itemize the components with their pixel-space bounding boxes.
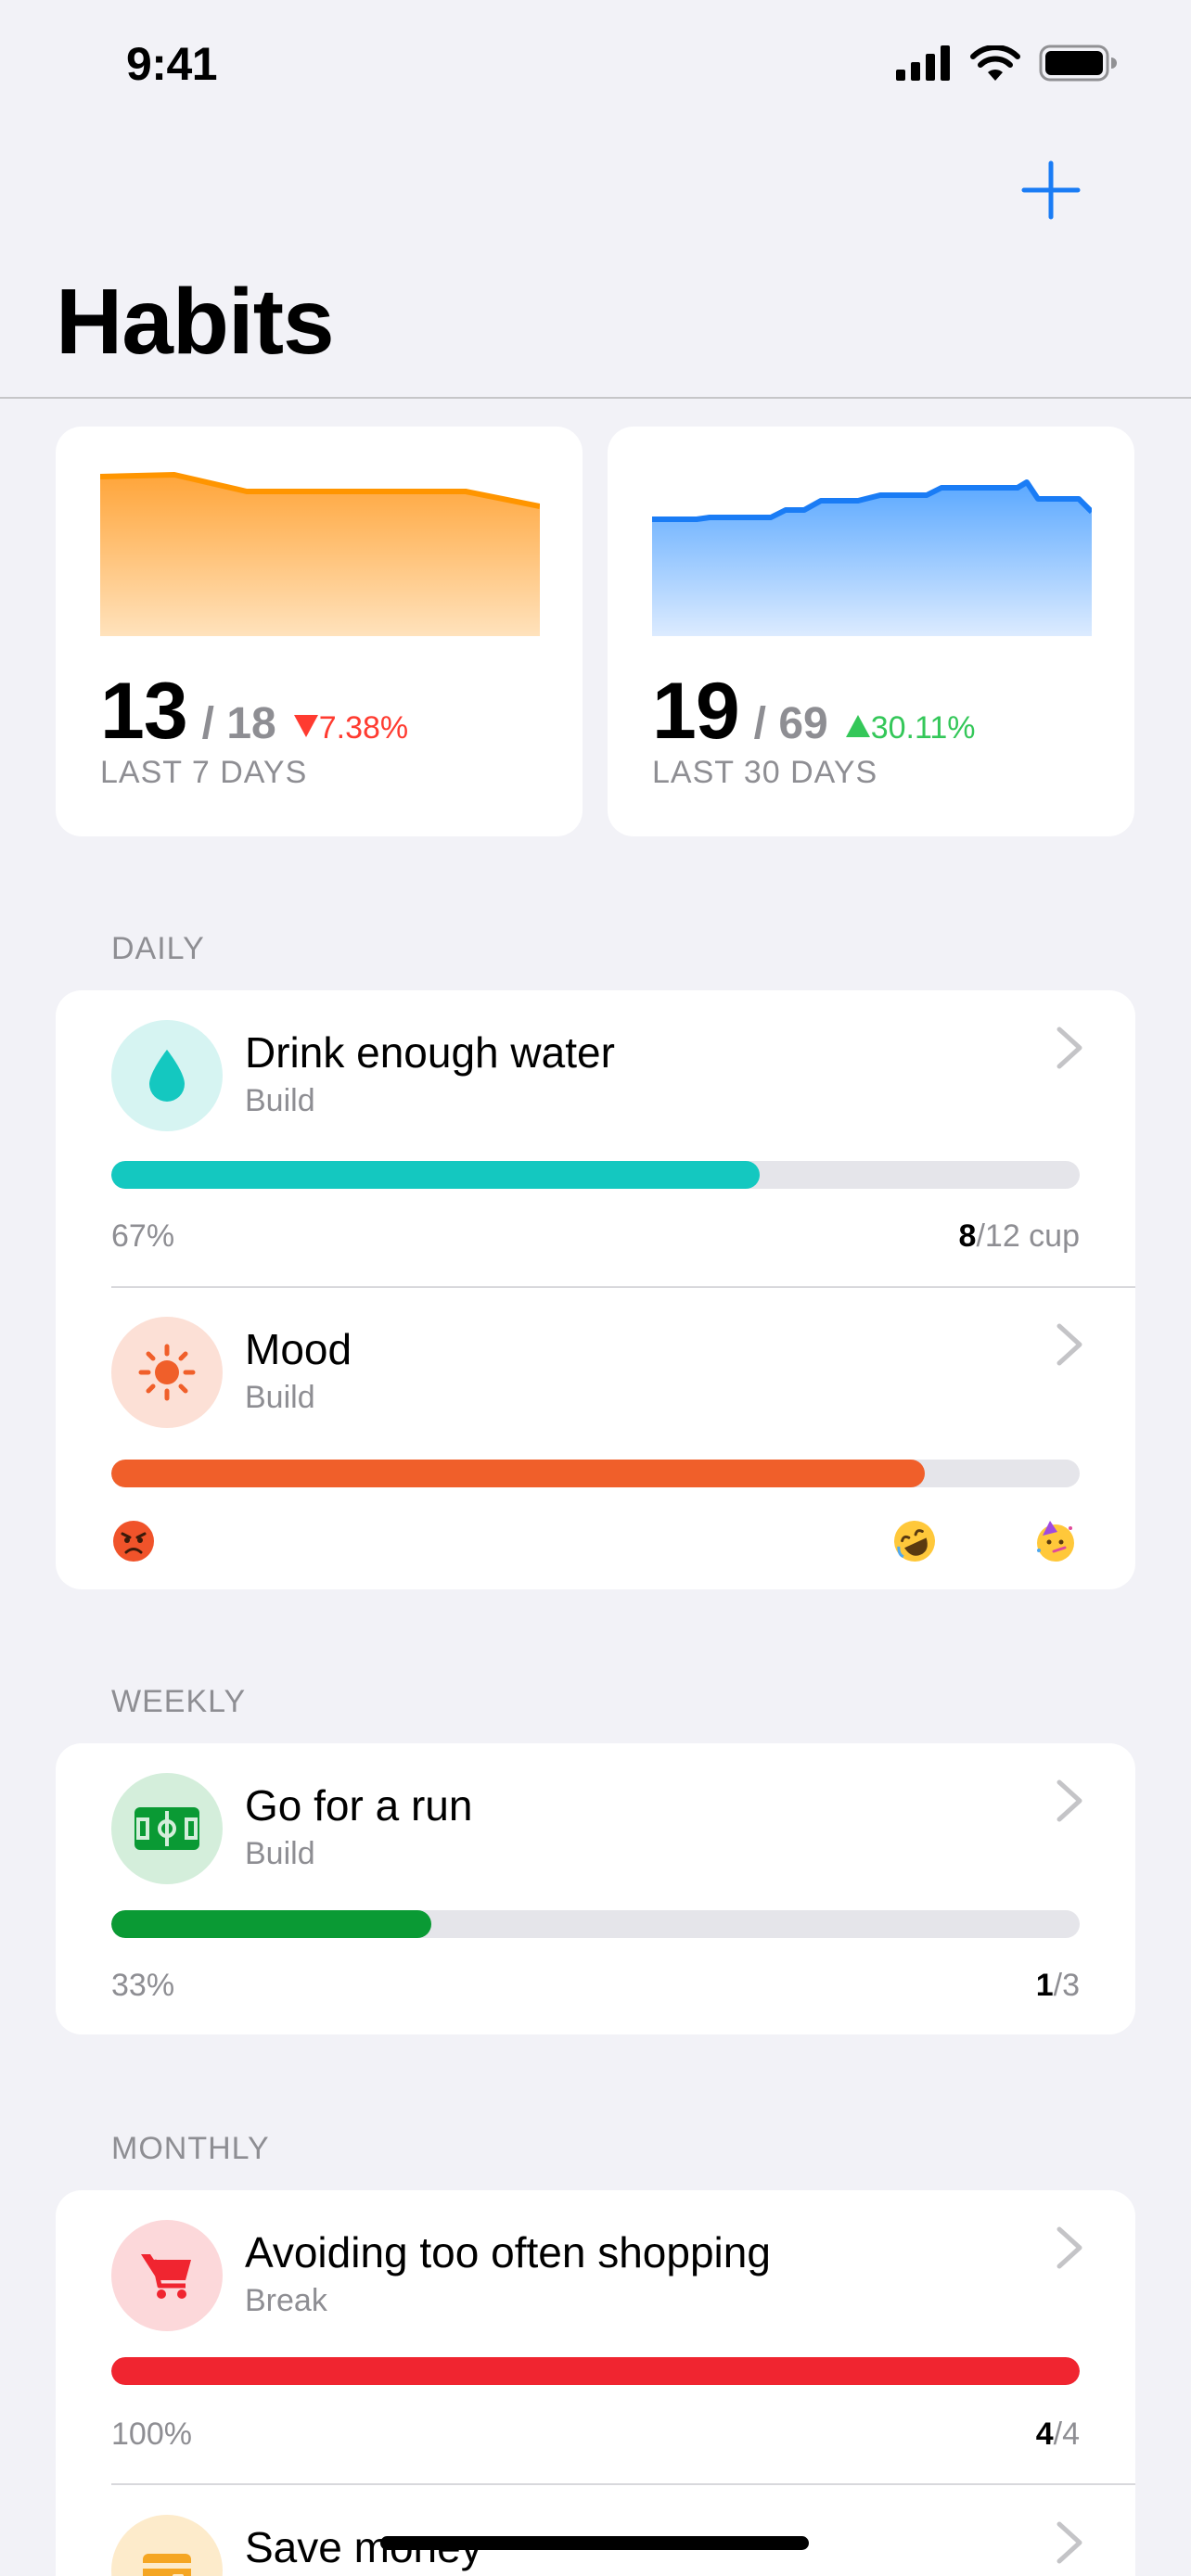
habit-type: Build: [245, 1836, 315, 1871]
chevron-right-icon: [1057, 1323, 1082, 1366]
progress-bar: [111, 1161, 1080, 1189]
habit-type: Build: [245, 1083, 315, 1118]
partying-face-emoji: [1037, 1521, 1074, 1562]
stat-values: 13 / 18 7.38%: [100, 666, 408, 758]
chevron-right-icon: [1057, 1779, 1082, 1822]
count-done: 1: [1035, 1968, 1054, 2003]
habit-row-shopping[interactable]: Avoiding too often shopping Break 100% 4…: [56, 2190, 1135, 2483]
count-total: /4: [1053, 2417, 1080, 2452]
progress-bar: [111, 1910, 1080, 1938]
stat-total: / 69: [753, 699, 828, 748]
battery-icon: [1039, 45, 1117, 82]
trend-area-chart: [652, 479, 1092, 636]
count-done: 4: [1035, 2417, 1054, 2452]
section-header-weekly: WEEKLY: [111, 1684, 247, 1719]
progress-count: 8/12 cup: [959, 1218, 1080, 1255]
status-bar: 9:41: [0, 0, 1191, 130]
plus-icon: [1021, 160, 1081, 220]
habit-row-save-money[interactable]: Save money: [56, 2485, 1135, 2576]
habit-row-run[interactable]: Go for a run Build 33% 1/3: [56, 1743, 1135, 2034]
stat-completed: 13: [100, 667, 188, 756]
section-header-monthly: MONTHLY: [111, 2131, 270, 2166]
progress-percent: 67%: [111, 1218, 175, 1254]
habit-name: Go for a run: [245, 1781, 473, 1830]
progress-bar: [111, 1460, 1080, 1487]
field-icon: [111, 1773, 223, 1884]
stat-values: 19 / 69 30.11%: [652, 666, 976, 758]
down-triangle-icon: [293, 715, 318, 737]
wifi-icon: [970, 45, 1020, 81]
chevron-right-icon: [1057, 2521, 1082, 2564]
progress-count: 4/4: [1036, 2417, 1080, 2453]
stat-card-30-days[interactable]: 19 / 69 30.11% LAST 30 DAYS: [608, 427, 1134, 836]
chevron-right-icon: [1057, 2226, 1082, 2269]
up-triangle-icon: [845, 715, 870, 737]
progress-percent: 33%: [111, 1968, 175, 2003]
count-done: 8: [958, 1218, 977, 1254]
progress-percent: 100%: [111, 2417, 192, 2452]
stat-change-value: 30.11%: [870, 710, 976, 746]
angry-face-emoji: [113, 1521, 154, 1562]
progress-bar: [111, 2357, 1080, 2385]
habit-name: Avoiding too often shopping: [245, 2228, 771, 2276]
stat-total: / 18: [201, 699, 276, 748]
stat-period-label: LAST 7 DAYS: [100, 755, 308, 790]
chevron-right-icon: [1057, 1027, 1082, 1069]
habit-name: Drink enough water: [245, 1028, 615, 1077]
weekly-habits-card: Go for a run Build 33% 1/3: [56, 1743, 1135, 2034]
progress-fill: [111, 1910, 431, 1938]
progress-fill: [111, 2357, 1080, 2385]
shopping-cart-icon: [111, 2220, 223, 2331]
add-habit-button[interactable]: [1020, 159, 1082, 221]
nav-divider: [0, 397, 1191, 399]
habit-type: Build: [245, 1380, 315, 1415]
habit-row-mood[interactable]: Mood Build: [56, 1287, 1135, 1589]
sun-icon: [111, 1317, 223, 1428]
habit-type: Break: [245, 2283, 327, 2318]
wallet-icon: [111, 2515, 223, 2576]
section-header-daily: DAILY: [111, 931, 205, 966]
cellular-signal-icon: [896, 45, 950, 81]
stat-completed: 19: [652, 667, 740, 756]
page-title: Habits: [56, 270, 335, 374]
status-time: 9:41: [126, 38, 218, 90]
progress-fill: [111, 1161, 761, 1189]
stat-card-7-days[interactable]: 13 / 18 7.38% LAST 7 DAYS: [56, 427, 583, 836]
water-drop-icon: [111, 1020, 223, 1131]
status-icons: [896, 45, 1117, 82]
habit-name: Mood: [245, 1325, 352, 1373]
count-total: /3: [1053, 1968, 1080, 2003]
trend-area-chart: [100, 472, 540, 636]
stat-change-value: 7.38%: [318, 710, 409, 746]
stat-period-label: LAST 30 DAYS: [652, 755, 878, 790]
daily-habits-card: Drink enough water Build 67% 8/12 cup Mo…: [56, 990, 1135, 1589]
monthly-habits-card: Avoiding too often shopping Break 100% 4…: [56, 2190, 1135, 2576]
habit-row-water[interactable]: Drink enough water Build 67% 8/12 cup: [56, 990, 1135, 1287]
stat-change: 7.38%: [293, 710, 408, 746]
progress-fill: [111, 1460, 925, 1487]
count-total: /12 cup: [976, 1218, 1080, 1254]
stat-change: 30.11%: [845, 710, 976, 746]
home-indicator: [380, 2536, 809, 2550]
rolling-laughing-face-emoji: [894, 1521, 935, 1562]
progress-count: 1/3: [1036, 1968, 1080, 2004]
